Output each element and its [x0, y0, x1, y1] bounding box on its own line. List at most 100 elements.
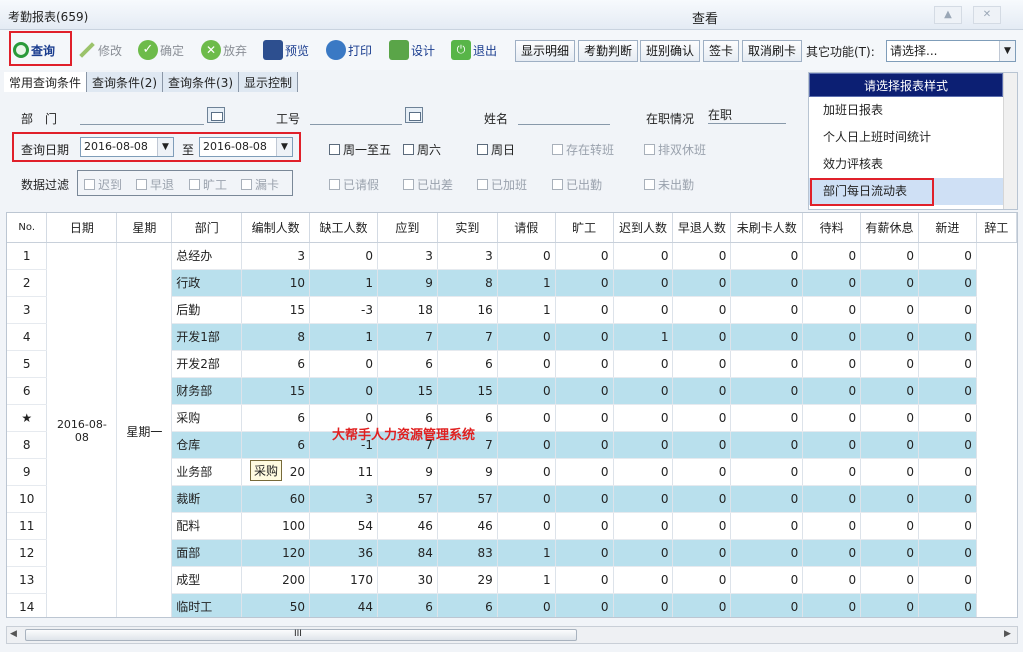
table-cell[interactable]: 成型 [171, 566, 243, 594]
table-cell[interactable]: 0 [730, 404, 804, 432]
table-cell[interactable]: 6 [241, 404, 311, 432]
table-cell[interactable]: 29 [437, 566, 498, 594]
table-row[interactable]: 1 2016-08-08 星期一 总经办 3 0 3 3 0 0 0 0 0 0 0 0 [7, 242, 1017, 617]
table-cell[interactable]: 8 [7, 431, 48, 459]
tab-query-2[interactable]: 查询条件(2) [87, 72, 164, 92]
not-out-checkbox[interactable]: 未出勤 [644, 176, 694, 193]
table-cell[interactable]: 0 [497, 404, 556, 432]
table-cell[interactable]: 0 [802, 593, 862, 617]
table-cell[interactable]: 7 [437, 323, 498, 351]
column-header[interactable]: 辞工 [976, 213, 1017, 243]
table-cell[interactable]: 开发2部 [171, 350, 243, 378]
table-cell[interactable]: 0 [802, 242, 862, 270]
table-cell[interactable]: 0 [613, 593, 674, 617]
table-cell[interactable]: 18 [377, 296, 438, 324]
report-item-personal[interactable]: 个人日上班时间统计 [809, 124, 1017, 151]
table-cell[interactable]: 0 [730, 323, 804, 351]
dept-input[interactable] [80, 107, 204, 125]
table-cell[interactable]: 0 [672, 296, 732, 324]
table-cell[interactable]: 0 [497, 485, 556, 513]
table-cell[interactable]: 0 [918, 593, 977, 617]
table-cell[interactable]: 100 [241, 512, 311, 540]
table-cell[interactable]: 1 [497, 296, 556, 324]
table-cell[interactable]: 54 [309, 512, 378, 540]
column-header[interactable]: 实到 [437, 213, 498, 243]
table-cell[interactable]: 6 [241, 350, 311, 378]
table-cell[interactable]: 0 [555, 242, 614, 270]
column-header[interactable]: 星期 [116, 213, 173, 243]
table-cell[interactable]: 15 [377, 377, 438, 405]
table-cell[interactable]: 15 [241, 296, 311, 324]
table-cell[interactable]: 0 [672, 323, 732, 351]
table-cell[interactable]: 0 [555, 377, 614, 405]
column-header[interactable]: 请假 [497, 213, 556, 243]
table-cell[interactable]: 0 [860, 485, 919, 513]
table-cell[interactable]: 0 [918, 377, 977, 405]
table-cell[interactable]: 0 [918, 431, 977, 459]
table-cell[interactable]: 0 [860, 377, 919, 405]
table-cell[interactable]: 0 [860, 458, 919, 486]
table-cell[interactable]: 10 [7, 485, 48, 513]
column-header[interactable]: No. [7, 213, 48, 243]
table-cell[interactable]: 0 [918, 539, 977, 567]
table-cell[interactable]: 0 [860, 269, 919, 297]
table-cell[interactable]: 0 [860, 566, 919, 594]
table-cell[interactable]: 3 [309, 485, 378, 513]
table-cell[interactable]: 5 [7, 350, 48, 378]
table-cell[interactable]: 1 [309, 323, 378, 351]
table-cell[interactable]: 36 [309, 539, 378, 567]
horizontal-scrollbar[interactable]: ◀ III ▶ [6, 626, 1018, 644]
table-cell[interactable]: 0 [497, 350, 556, 378]
column-header[interactable]: 新进 [918, 213, 977, 243]
table-cell[interactable]: 0 [555, 269, 614, 297]
table-cell[interactable]: 0 [555, 566, 614, 594]
out-checkbox[interactable]: 已出勤 [552, 176, 602, 193]
leave-checkbox[interactable]: 已请假 [329, 176, 379, 193]
table-cell[interactable]: 采购 [171, 404, 243, 432]
dept-picker-icon[interactable] [207, 107, 225, 123]
table-cell[interactable]: 0 [672, 269, 732, 297]
scroll-right-icon[interactable]: ▶ [1004, 629, 1011, 639]
table-cell[interactable]: 1 [497, 269, 556, 297]
maximize-button[interactable]: ▲ [934, 6, 962, 24]
table-cell[interactable]: 0 [802, 269, 862, 297]
column-header[interactable]: 待料 [802, 213, 862, 243]
table-cell[interactable]: 120 [241, 539, 311, 567]
table-cell[interactable]: 0 [860, 431, 919, 459]
table-cell[interactable]: 0 [613, 512, 674, 540]
table-cell[interactable]: 0 [860, 323, 919, 351]
confirm-button[interactable]: ✓ 确定 [138, 36, 184, 64]
table-cell[interactable]: 44 [309, 593, 378, 617]
table-cell[interactable]: 0 [672, 539, 732, 567]
table-cell[interactable]: 临时工 [171, 593, 243, 617]
table-cell[interactable]: 30 [377, 566, 438, 594]
table-cell[interactable]: 0 [860, 539, 919, 567]
table-cell[interactable]: 57 [377, 485, 438, 513]
miss-checkbox[interactable]: 漏卡 [241, 176, 279, 193]
table-cell[interactable]: 60 [241, 485, 311, 513]
column-header[interactable]: 早退人数 [672, 213, 732, 243]
table-cell[interactable]: 0 [309, 377, 378, 405]
table-cell[interactable]: 0 [730, 566, 804, 594]
table-cell[interactable]: 0 [672, 485, 732, 513]
table-cell[interactable]: 83 [437, 539, 498, 567]
emp-no-input[interactable] [310, 107, 402, 125]
table-cell[interactable]: 0 [918, 458, 977, 486]
column-header[interactable]: 有薪休息 [860, 213, 919, 243]
table-cell[interactable]: 3 [437, 242, 498, 270]
date-from-input[interactable]: 2016-08-08 ▼ [80, 137, 174, 157]
late-checkbox[interactable]: 迟到 [84, 176, 122, 193]
table-cell[interactable]: 0 [672, 431, 732, 459]
table-cell[interactable]: 1 [613, 323, 674, 351]
table-cell[interactable]: 0 [802, 431, 862, 459]
table-cell[interactable]: 总经办 [171, 242, 243, 270]
table-cell[interactable]: 14 [7, 593, 48, 617]
table-cell[interactable]: 0 [497, 512, 556, 540]
table-cell[interactable]: 星期一 [116, 242, 173, 617]
early-checkbox[interactable]: 早退 [136, 176, 174, 193]
design-button[interactable]: 设计 [389, 36, 435, 64]
table-cell[interactable]: 0 [918, 404, 977, 432]
table-cell[interactable]: 50 [241, 593, 311, 617]
table-cell[interactable]: 开发1部 [171, 323, 243, 351]
column-header[interactable]: 日期 [46, 213, 118, 243]
